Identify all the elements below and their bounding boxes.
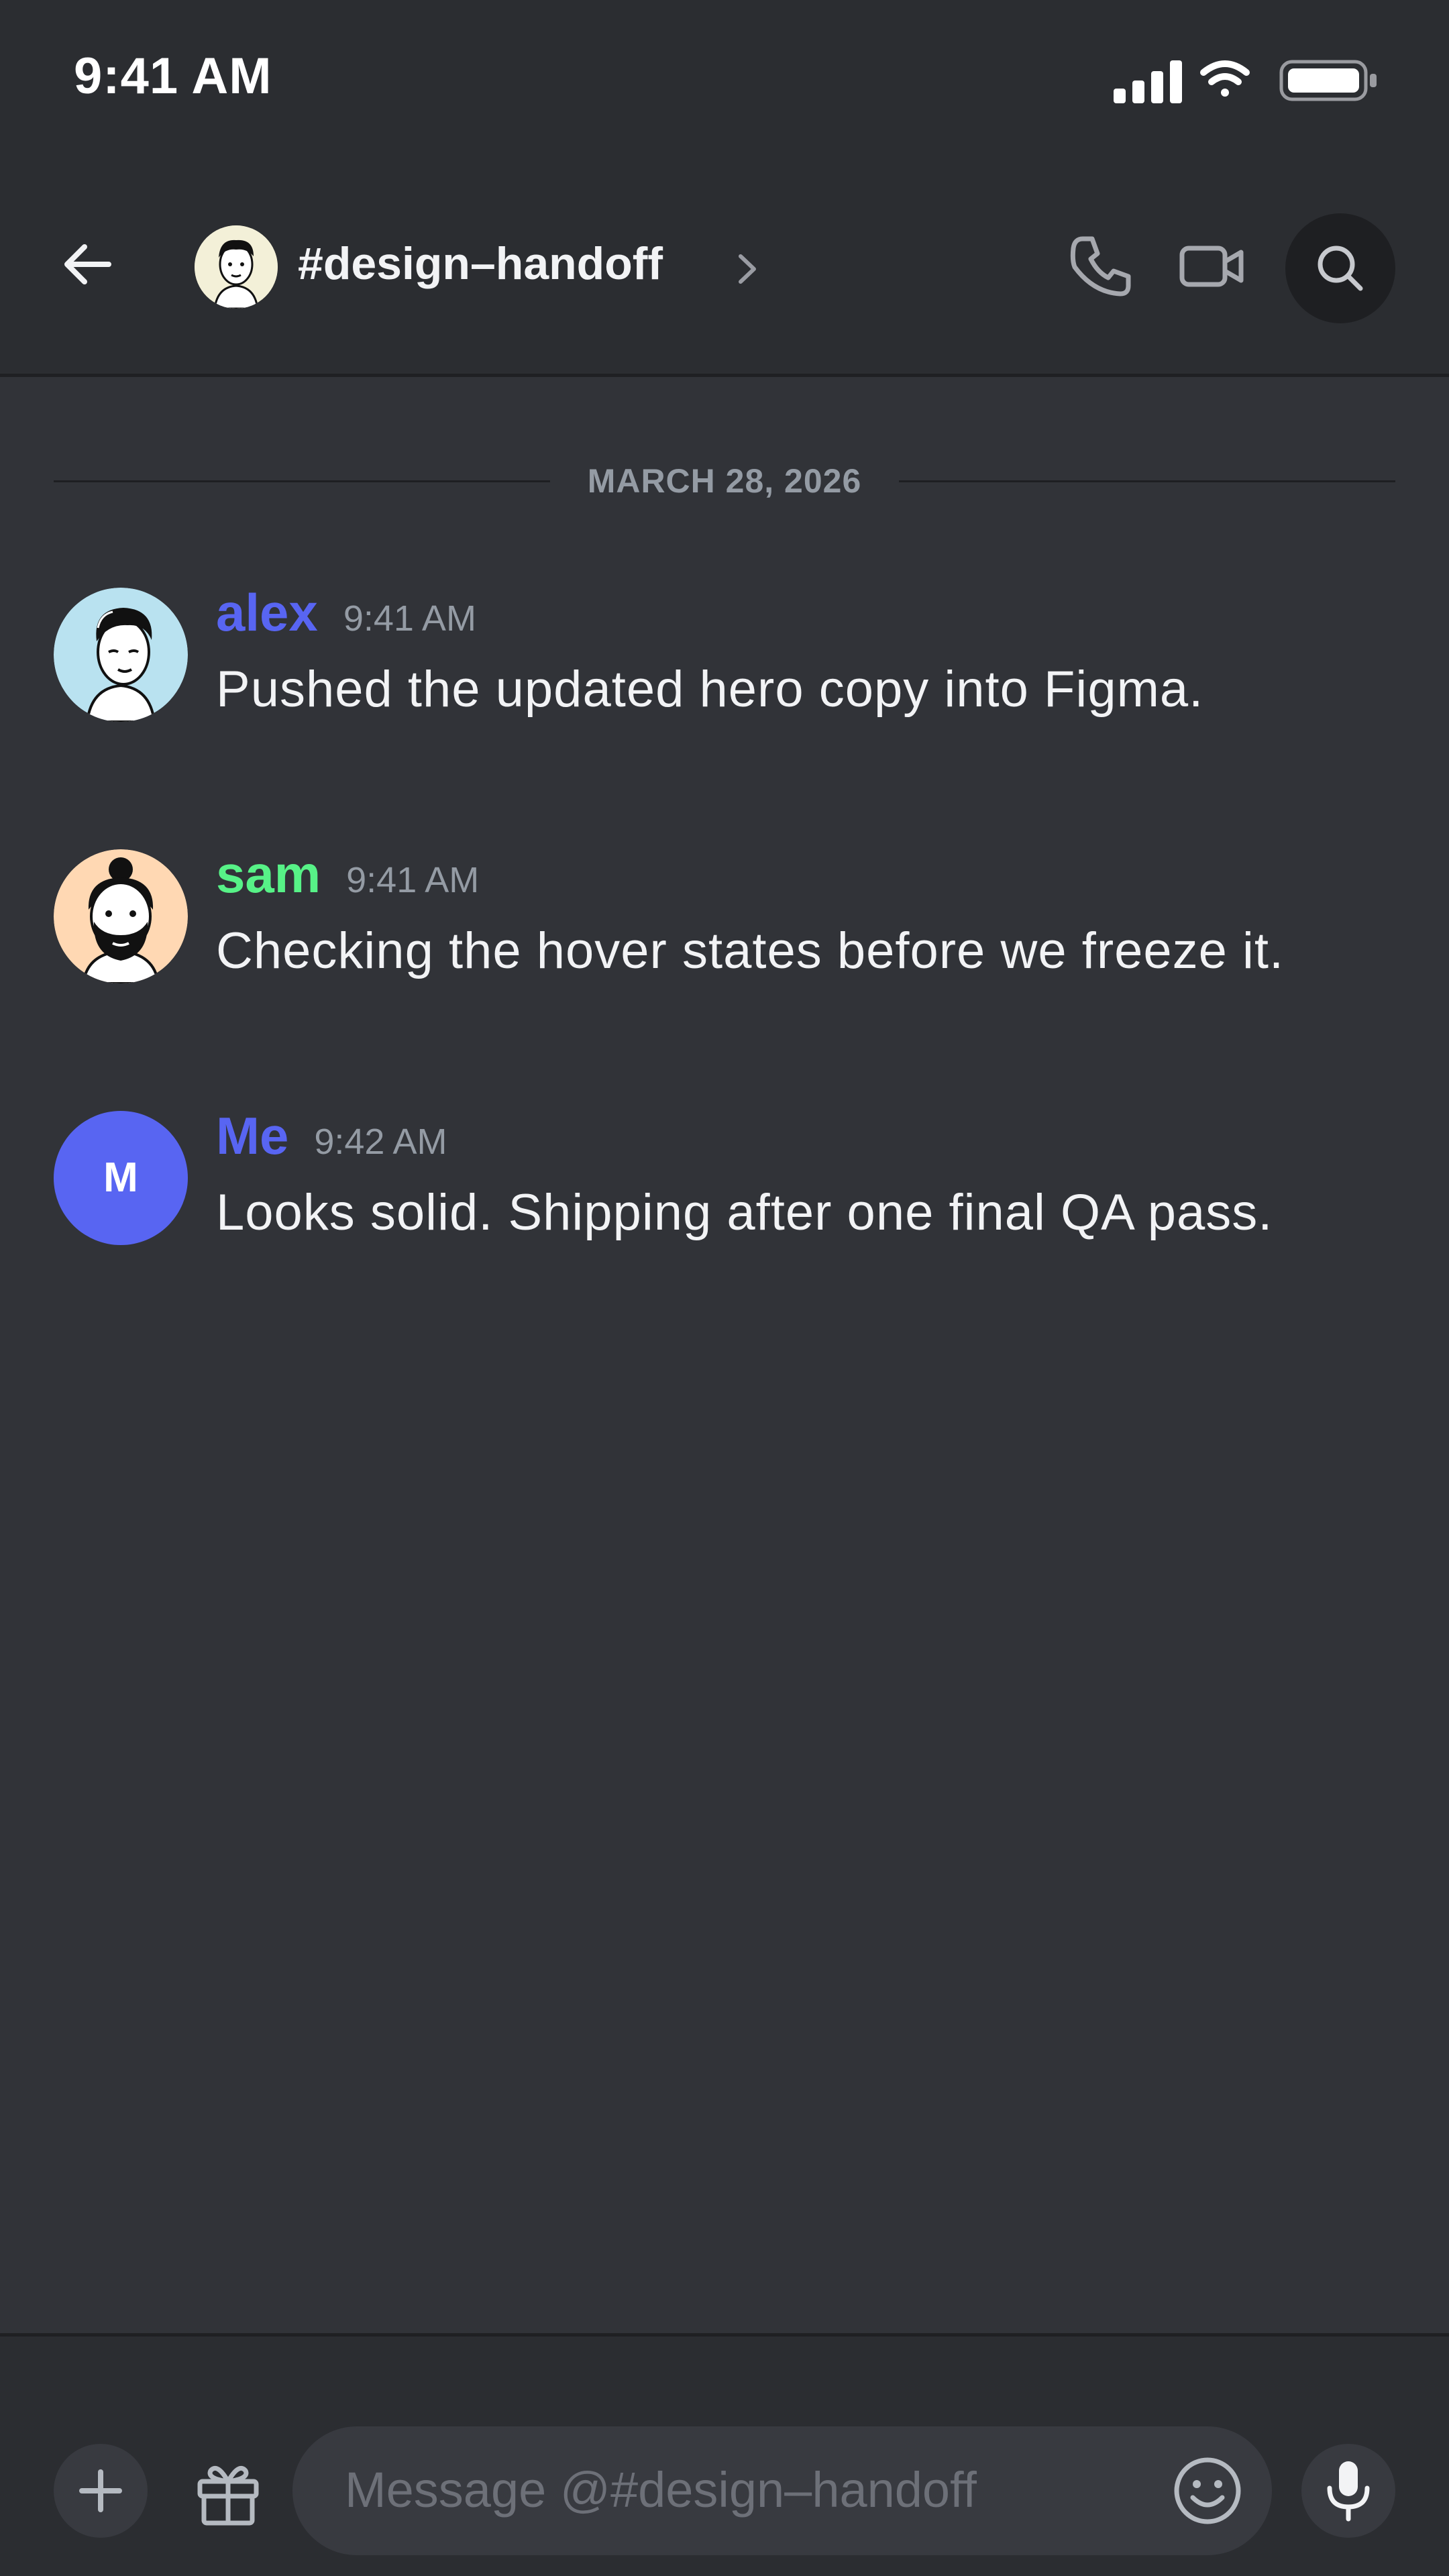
microphone-icon: [1327, 2461, 1370, 2522]
channel-avatar-illustration: [195, 225, 278, 309]
alex-avatar-illustration: [54, 588, 188, 722]
message-time: 9:41 AM: [343, 598, 476, 639]
video-camera-icon: [1179, 246, 1244, 287]
chevron-right-icon: [739, 254, 756, 284]
channel-avatar[interactable]: [195, 225, 278, 309]
channel-header: #design–handoff: [0, 158, 1449, 377]
avatar-alex[interactable]: [54, 588, 188, 722]
message-item[interactable]: sam 9:41 AM Checking the hover states bef…: [54, 845, 1395, 1071]
gift-icon: [197, 2466, 259, 2526]
back-arrow-icon: [64, 244, 111, 284]
wifi-icon: [1200, 60, 1250, 97]
author-name[interactable]: sam: [216, 845, 321, 904]
search-button[interactable]: [1285, 213, 1395, 323]
channel-details-button[interactable]: [731, 246, 765, 292]
emoji-button[interactable]: [1170, 2453, 1245, 2528]
message-time: 9:42 AM: [314, 1122, 447, 1162]
battery-icon: [1279, 60, 1377, 101]
video-call-button[interactable]: [1175, 229, 1249, 303]
date-divider: MARCH 28, 2026: [54, 456, 1395, 507]
add-attachment-button[interactable]: [54, 2444, 148, 2538]
plus-icon: [79, 2469, 122, 2512]
message-composer: Message @#design–handoff: [0, 2333, 1449, 2576]
divider-line-right: [899, 480, 1395, 482]
phone-icon: [1070, 236, 1131, 297]
emoji-icon: [1174, 2457, 1241, 2524]
message-header: alex 9:41 AM: [216, 582, 476, 649]
avatar-me[interactable]: M: [54, 1111, 188, 1245]
status-time: 9:41 AM: [74, 48, 272, 105]
message-item[interactable]: M Me 9:42 AM Looks solid. Shipping after …: [54, 1106, 1395, 1332]
message-item[interactable]: alex 9:41 AM Pushed the updated hero copy…: [54, 583, 1395, 809]
back-button[interactable]: [56, 232, 121, 297]
signal-icon: [1114, 60, 1182, 103]
sam-avatar-illustration: [54, 849, 188, 983]
channel-name[interactable]: #design–handoff: [298, 237, 663, 290]
status-bar: 9:41 AM: [0, 0, 1449, 158]
voice-call-button[interactable]: [1064, 229, 1138, 303]
message-header: sam 9:41 AM: [216, 844, 479, 911]
message-header: Me 9:42 AM: [216, 1106, 447, 1173]
message-text: Looks solid. Shipping after one final QA…: [216, 1184, 1273, 1241]
message-text: Checking the hover states before we free…: [216, 922, 1285, 979]
message-time: 9:41 AM: [346, 860, 480, 900]
search-icon: [1318, 246, 1363, 291]
message-text: Pushed the updated hero copy into Figma.: [216, 661, 1204, 718]
voice-message-button[interactable]: [1301, 2444, 1395, 2538]
message-input[interactable]: Message @#design–handoff: [292, 2426, 1272, 2555]
status-icons: [1114, 58, 1382, 105]
gift-button[interactable]: [188, 2451, 268, 2531]
message-input-placeholder: Message @#design–handoff: [345, 2462, 977, 2518]
avatar-sam[interactable]: [54, 849, 188, 983]
author-name[interactable]: Me: [216, 1106, 288, 1165]
author-name[interactable]: alex: [216, 583, 318, 642]
